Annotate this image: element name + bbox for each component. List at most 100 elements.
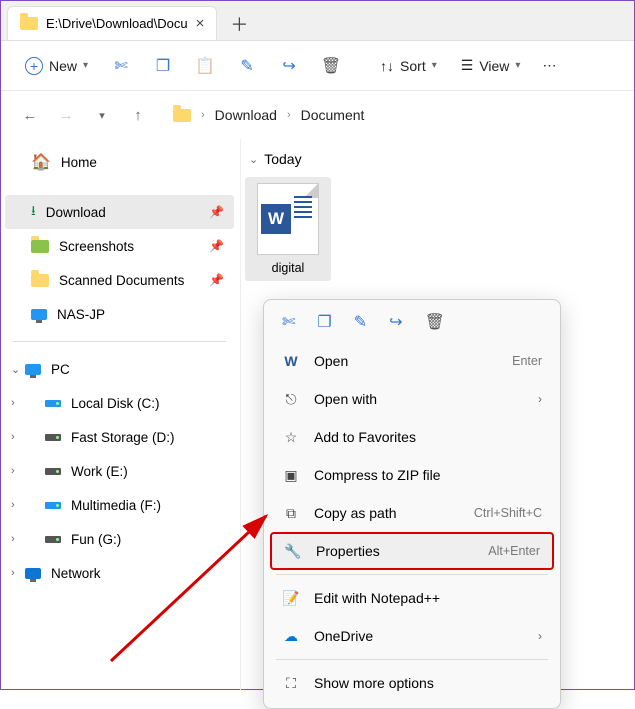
close-tab-icon[interactable]: × [196, 15, 205, 32]
label: OneDrive [314, 628, 373, 644]
nav-pane: 🏠 Home ⭳ Download 📌 Screenshots 📌 Scanne… [1, 139, 241, 691]
label: Fun (G:) [71, 532, 121, 547]
new-button[interactable]: + New ▾ [15, 49, 98, 83]
rename-icon[interactable]: ✎ [354, 312, 367, 332]
chevron-down-icon: ▾ [83, 60, 88, 71]
new-label: New [49, 58, 77, 74]
sidebar-drive-g[interactable]: › Fun (G:) [5, 522, 234, 556]
context-menu: ✄ ❐ ✎ ↪ 🗑 W Open Enter ⎋ Open with › ☆ A… [263, 299, 561, 709]
group-label: Today [264, 151, 301, 167]
plus-circle-icon: + [25, 57, 43, 75]
chevron-right-icon[interactable]: › [11, 567, 15, 579]
crumb-document[interactable]: Document [301, 107, 365, 123]
shortcut: Alt+Enter [488, 544, 540, 558]
chevron-right-icon: › [538, 392, 542, 406]
sort-label: Sort [400, 58, 426, 74]
file-digital[interactable]: W digital [245, 177, 331, 281]
star-icon: ☆ [282, 429, 300, 446]
ctx-copy-path[interactable]: ⧉ Copy as path Ctrl+Shift+C [270, 494, 554, 532]
chevron-right-icon: › [287, 109, 291, 121]
sidebar-download[interactable]: ⭳ Download 📌 [5, 195, 234, 229]
drive-icon [45, 400, 61, 407]
share-button[interactable]: ↪ [270, 49, 308, 83]
zip-icon: ▣ [282, 467, 300, 484]
home-icon: 🏠 [31, 152, 51, 172]
label: Local Disk (C:) [71, 396, 160, 411]
sidebar-home[interactable]: 🏠 Home [5, 145, 234, 179]
chevron-right-icon: › [201, 109, 205, 121]
ctx-favorites[interactable]: ☆ Add to Favorites [270, 418, 554, 456]
rename-button[interactable]: ✎ [228, 49, 266, 83]
group-today[interactable]: ⌄ Today [249, 151, 626, 167]
sidebar-drive-d[interactable]: › Fast Storage (D:) [5, 420, 234, 454]
copy-icon[interactable]: ❐ [317, 312, 331, 332]
home-label: Home [61, 155, 97, 170]
sidebar-nas[interactable]: NAS-JP [5, 297, 234, 331]
network-label: Network [51, 566, 101, 581]
folder-green-icon [31, 240, 49, 253]
label: Fast Storage (D:) [71, 430, 175, 445]
sidebar-screenshots[interactable]: Screenshots 📌 [5, 229, 234, 263]
sidebar-pc[interactable]: ⌄ PC [5, 352, 234, 386]
share-icon[interactable]: ↪ [389, 312, 402, 332]
cut-icon[interactable]: ✄ [282, 312, 295, 332]
label: Multimedia (F:) [71, 498, 161, 513]
chevron-down-icon[interactable]: ⌄ [11, 363, 20, 376]
pc-label: PC [51, 362, 70, 377]
back-button[interactable]: ← [15, 100, 45, 130]
forward-button[interactable]: → [51, 100, 81, 130]
paste-button[interactable]: 📋 [186, 49, 224, 83]
view-label: View [479, 58, 509, 74]
chevron-right-icon[interactable]: › [11, 431, 15, 443]
file-thumbnail: W [257, 183, 319, 255]
ctx-more[interactable]: ⛶ Show more options [270, 664, 554, 702]
sidebar-drive-f[interactable]: › Multimedia (F:) [5, 488, 234, 522]
sort-button[interactable]: ↑↓ Sort ▾ [370, 49, 447, 83]
pin-icon: 📌 [209, 205, 224, 219]
network-icon [25, 568, 41, 579]
separator [276, 659, 548, 660]
chevron-right-icon: › [538, 629, 542, 643]
sidebar-drive-c[interactable]: › Local Disk (C:) [5, 386, 234, 420]
sort-icon: ↑↓ [380, 58, 394, 74]
cut-button[interactable]: ✄ [102, 49, 140, 83]
tab-bar: E:\Drive\Download\Docu × ＋ [1, 1, 634, 41]
breadcrumb[interactable]: › Download › Document [173, 107, 364, 123]
chevron-right-icon[interactable]: › [11, 397, 15, 409]
overflow-button[interactable]: ⋯ [534, 49, 564, 83]
drive-icon [45, 536, 61, 543]
tab-title: E:\Drive\Download\Docu [46, 16, 188, 31]
crumb-download[interactable]: Download [215, 107, 277, 123]
ctx-open[interactable]: W Open Enter [270, 342, 554, 380]
ctx-notepad[interactable]: 📝 Edit with Notepad++ [270, 579, 554, 617]
shortcut: Ctrl+Shift+C [474, 506, 542, 520]
folder-icon [173, 109, 191, 122]
label: Add to Favorites [314, 429, 416, 445]
chevron-right-icon[interactable]: › [11, 533, 15, 545]
copy-button[interactable]: ❐ [144, 49, 182, 83]
new-tab-button[interactable]: ＋ [223, 8, 255, 40]
notepad-icon: 📝 [282, 590, 300, 607]
sidebar-scanned[interactable]: Scanned Documents 📌 [5, 263, 234, 297]
chevron-right-icon[interactable]: › [11, 499, 15, 511]
context-quick-actions: ✄ ❐ ✎ ↪ 🗑 [270, 306, 554, 342]
sidebar-drive-e[interactable]: › Work (E:) [5, 454, 234, 488]
word-icon: W [282, 353, 300, 369]
delete-button[interactable]: 🗑 [312, 49, 350, 83]
ctx-properties[interactable]: 🔧 Properties Alt+Enter [270, 532, 554, 570]
label: Work (E:) [71, 464, 128, 479]
ctx-open-with[interactable]: ⎋ Open with › [270, 380, 554, 418]
chevron-down-icon: ▾ [432, 60, 437, 71]
up-button[interactable]: ↑ [123, 100, 153, 130]
delete-icon[interactable]: 🗑 [425, 312, 445, 332]
recent-dropdown[interactable]: ▾ [87, 100, 117, 130]
ctx-onedrive[interactable]: ☁ OneDrive › [270, 617, 554, 655]
shortcut: Enter [512, 354, 542, 368]
window-tab[interactable]: E:\Drive\Download\Docu × [7, 6, 217, 40]
more-icon: ⛶ [282, 675, 300, 692]
ctx-compress[interactable]: ▣ Compress to ZIP file [270, 456, 554, 494]
sidebar-network[interactable]: › Network [5, 556, 234, 590]
open-with-icon: ⎋ [282, 391, 300, 408]
view-button[interactable]: ☰ View ▾ [451, 49, 531, 83]
chevron-right-icon[interactable]: › [11, 465, 15, 477]
